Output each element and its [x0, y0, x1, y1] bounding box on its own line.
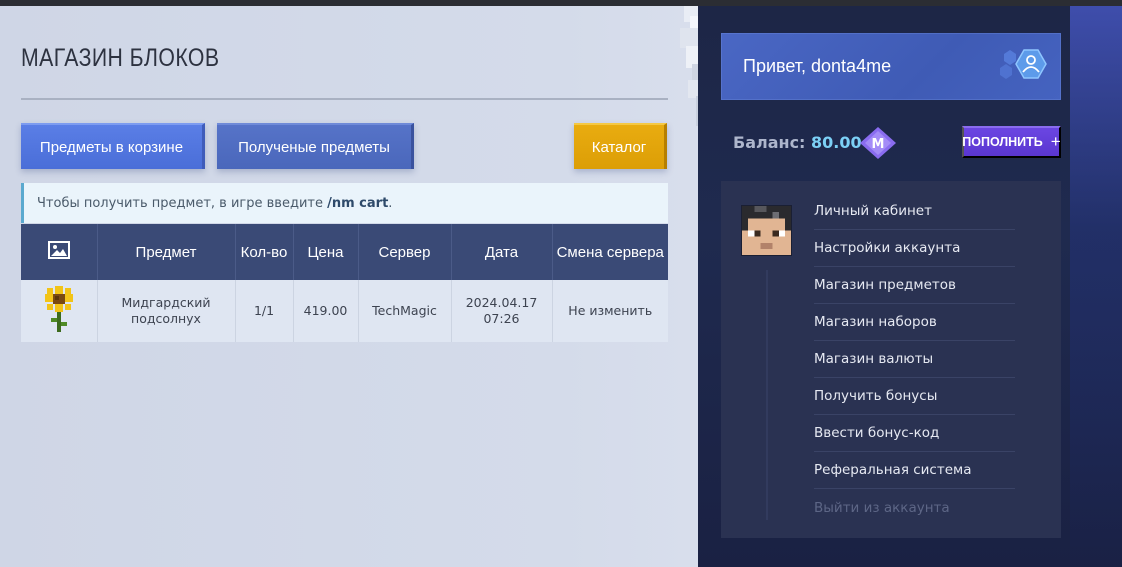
user-icon[interactable] [998, 48, 1048, 88]
title-divider [21, 98, 668, 100]
plus-icon: + [1050, 132, 1061, 151]
balance-value: 80.00 [811, 133, 862, 152]
menu-item-account-settings[interactable]: Настройки аккаунта [814, 230, 1015, 267]
item-name-cell: Мидгардский подсолнух [97, 280, 236, 342]
header-qty: Кол-во [235, 224, 294, 280]
header-price: Цена [293, 224, 359, 280]
sunflower-icon [44, 286, 73, 332]
menu-item-currency-shop[interactable]: Магазин валюты [814, 341, 1015, 378]
currency-gem-icon: M [860, 127, 896, 159]
cart-items-button[interactable]: Предметы в корзине [21, 123, 205, 169]
header-image [21, 224, 98, 280]
menu-item-logout[interactable]: Выйти из аккаунта [814, 489, 1015, 526]
item-time: 07:26 [483, 311, 520, 326]
greeting-text: Привет, donta4me [743, 56, 892, 76]
catalog-button[interactable]: Каталог [574, 123, 667, 169]
table-row: Мидгардский подсолнух 1/1 419.00 TechMag… [21, 280, 668, 342]
menu-connector-line [766, 270, 768, 520]
notice-command: /nm cart [327, 195, 389, 211]
image-icon [47, 241, 70, 259]
server-change-cell[interactable]: Не изменить [552, 280, 668, 342]
menu-item-item-shop[interactable]: Магазин предметов [814, 267, 1015, 304]
topup-label: ПОПОЛНИТЬ [962, 135, 1043, 149]
menu-item-dashboard[interactable]: Личный кабинет [814, 193, 1015, 230]
header-date: Дата [451, 224, 553, 280]
menu-item-referral[interactable]: Реферальная система [814, 452, 1015, 489]
balance-display: Баланс: 80.00 [733, 133, 862, 152]
item-server-cell: TechMagic [358, 280, 452, 342]
item-date-cell: 2024.04.17 07:26 [451, 280, 553, 342]
avatar[interactable] [741, 205, 792, 256]
item-date: 2024.04.17 [465, 295, 538, 310]
balance-label: Баланс: [733, 133, 812, 152]
sidebar-glow [1070, 6, 1122, 566]
table-header-row: Предмет Кол-во Цена Сервер Дата Смена се… [21, 224, 668, 280]
received-items-button[interactable]: Полученые предметы [217, 123, 414, 169]
cart-table: Предмет Кол-во Цена Сервер Дата Смена се… [21, 224, 668, 342]
notice-text: Чтобы получить предмет, в игре введите [37, 195, 323, 211]
svg-text:M: M [872, 137, 885, 152]
header-item: Предмет [97, 224, 236, 280]
menu-item-kit-shop[interactable]: Магазин наборов [814, 304, 1015, 341]
item-image-cell [21, 280, 98, 342]
info-notice: Чтобы получить предмет, в игре введите /… [21, 183, 668, 223]
item-qty-cell: 1/1 [235, 280, 294, 342]
page-title: МАГАЗИН БЛОКОВ [21, 44, 220, 72]
menu-item-get-bonuses[interactable]: Получить бонусы [814, 378, 1015, 415]
menu-item-bonus-code[interactable]: Ввести бонус-код [814, 415, 1015, 452]
topup-button[interactable]: ПОПОЛНИТЬ + [962, 126, 1061, 158]
header-server: Сервер [358, 224, 452, 280]
item-price-cell: 419.00 [293, 280, 359, 342]
header-server-change: Смена сервера [552, 224, 668, 280]
notice-suffix: . [388, 195, 393, 211]
